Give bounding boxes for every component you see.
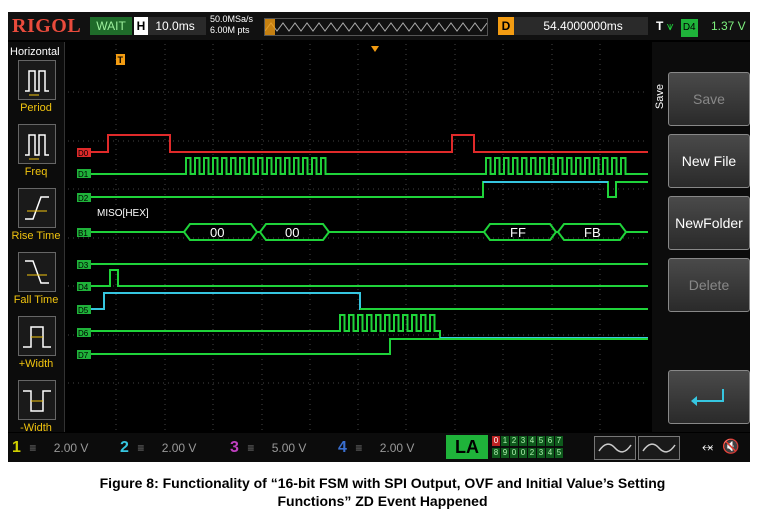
trigger-time-marker-label: T bbox=[118, 55, 124, 65]
delay-d-label: D bbox=[498, 17, 514, 35]
svg-text:D5: D5 bbox=[78, 306, 89, 315]
speaker-mute-icon[interactable]: 🔇 bbox=[722, 438, 739, 455]
rising-edge-icon: ⩛ bbox=[666, 19, 674, 33]
bus-label: MISO[HEX] bbox=[97, 208, 149, 219]
d5-trace bbox=[90, 292, 648, 310]
ch4-coupling-icon: ≡ bbox=[355, 441, 363, 455]
positive-width-icon bbox=[18, 316, 56, 356]
bus-value-1: 00 bbox=[210, 225, 224, 240]
svg-text:D7: D7 bbox=[78, 351, 89, 360]
negative-width-icon bbox=[18, 380, 56, 420]
ch1-volts: 2.00 V bbox=[53, 441, 89, 455]
period-label: Period bbox=[20, 102, 52, 114]
ch2-status[interactable]: 2 ≡ 2.00 V bbox=[120, 438, 196, 458]
bus-value-3: FF bbox=[510, 225, 526, 240]
top-status-bar: RIGOL WAIT H 10.0ms 50.0MSa/s 6.00M pts … bbox=[8, 12, 750, 40]
channel-tags: D0 D1 D2 B1 D3 D4 D5 D6 D7 bbox=[77, 148, 91, 360]
ch3-number: 3 bbox=[230, 439, 239, 456]
trigger-t-label: T bbox=[656, 19, 664, 33]
ch4-volts: 2.00 V bbox=[379, 441, 415, 455]
frequency-icon bbox=[18, 124, 56, 164]
d0-trace bbox=[90, 134, 648, 153]
svg-text:D6: D6 bbox=[78, 329, 89, 338]
memory-overview-waveform[interactable] bbox=[264, 18, 488, 36]
trigger-position-marker bbox=[371, 46, 379, 52]
svg-text:D4: D4 bbox=[78, 283, 89, 292]
trigger-level: 1.37 V bbox=[710, 19, 746, 33]
caption-line-1: Figure 8: Functionality of “16-bit FSM w… bbox=[99, 475, 666, 491]
svg-text:D3: D3 bbox=[78, 261, 89, 270]
ch4-number: 4 bbox=[338, 439, 347, 456]
waveform-grid[interactable]: T MISO[HEX] 00 00 FF FB D0 D1 D2 B1 D3 D… bbox=[68, 44, 648, 432]
rise-time-label: Rise Time bbox=[11, 230, 61, 242]
svg-text:D2: D2 bbox=[78, 194, 89, 203]
ch2-volts: 2.00 V bbox=[161, 441, 197, 455]
panel-title: Horizontal bbox=[10, 46, 60, 58]
svg-text:D1: D1 bbox=[78, 170, 89, 179]
delay-value: 54.4000000ms bbox=[543, 19, 623, 33]
delete-button[interactable]: Delete bbox=[668, 258, 750, 312]
new-file-button[interactable]: New File bbox=[668, 134, 750, 188]
timebase-readout[interactable]: H 10.0ms bbox=[134, 17, 206, 35]
ch1-status[interactable]: 1 ≡ 2.00 V bbox=[12, 438, 88, 458]
usb-icon: ⬾ bbox=[702, 438, 714, 454]
save-button[interactable]: Save bbox=[668, 72, 750, 126]
timebase-value: 10.0ms bbox=[155, 19, 195, 33]
sample-info: 50.0MSa/s 6.00M pts bbox=[210, 14, 253, 36]
sample-rate: 50.0MSa/s bbox=[210, 14, 254, 24]
ch2-number: 2 bbox=[120, 439, 129, 456]
ch3-coupling-icon: ≡ bbox=[247, 441, 255, 455]
trigger-readout[interactable]: T ⩛ D4 1.37 V bbox=[656, 17, 748, 37]
d4-trace bbox=[90, 269, 648, 287]
sine-wave-icon bbox=[598, 443, 632, 453]
generator1-button[interactable] bbox=[594, 436, 636, 460]
trigger-source: D4 bbox=[680, 19, 698, 37]
memory-depth: 6.00M pts bbox=[210, 25, 250, 35]
caption-line-2: Functions” ZD Event Happened bbox=[277, 493, 488, 509]
save-menu-title: Save bbox=[654, 84, 666, 110]
fall-time-label: Fall Time bbox=[13, 294, 59, 306]
generator2-button[interactable] bbox=[638, 436, 680, 460]
svg-text:B1: B1 bbox=[78, 229, 88, 238]
grid-lines bbox=[68, 44, 648, 432]
save-menu-panel: Save Save New File NewFolder Delete bbox=[652, 42, 750, 432]
logic-analyzer-button[interactable]: LA bbox=[446, 435, 488, 459]
fall-time-icon bbox=[18, 252, 56, 292]
return-arrow-icon bbox=[691, 389, 724, 406]
ch3-volts: 5.00 V bbox=[271, 441, 307, 455]
la-channel-indicators: 01234567 89002345 bbox=[492, 436, 563, 458]
ch4-status[interactable]: 4 ≡ 2.00 V bbox=[338, 438, 414, 458]
timebase-h-label: H bbox=[134, 17, 148, 35]
svg-text:D0: D0 bbox=[78, 149, 89, 158]
figure-caption: Figure 8: Functionality of “16-bit FSM w… bbox=[0, 474, 765, 510]
period-icon bbox=[18, 60, 56, 100]
horizontal-measure-panel: Horizontal Period Freq Rise Time Fall Ti… bbox=[8, 42, 65, 434]
sine-wave-icon-2 bbox=[642, 443, 676, 453]
return-button[interactable] bbox=[668, 370, 750, 424]
new-folder-button[interactable]: NewFolder bbox=[668, 196, 750, 250]
d7-trace bbox=[90, 338, 648, 355]
waveform-display: T MISO[HEX] 00 00 FF FB D0 D1 D2 B1 D3 D… bbox=[68, 44, 648, 432]
oscilloscope-screen: RIGOL WAIT H 10.0ms 50.0MSa/s 6.00M pts … bbox=[8, 12, 750, 462]
freq-label: Freq bbox=[24, 166, 48, 178]
ch3-status[interactable]: 3 ≡ 5.00 V bbox=[230, 438, 306, 458]
run-status[interactable]: WAIT bbox=[90, 17, 132, 35]
ch1-coupling-icon: ≡ bbox=[29, 441, 37, 455]
ch2-coupling-icon: ≡ bbox=[137, 441, 145, 455]
bus-value-4: FB bbox=[584, 225, 601, 240]
ch1-number: 1 bbox=[12, 439, 21, 456]
memory-overview-icon bbox=[264, 19, 488, 35]
d1-trace bbox=[90, 157, 648, 175]
pos-width-label: +Width bbox=[18, 358, 54, 370]
bus-value-2: 00 bbox=[285, 225, 299, 240]
brand-logo: RIGOL bbox=[12, 15, 82, 37]
delay-readout[interactable]: D 54.4000000ms bbox=[498, 17, 648, 35]
channel-status-bar: 1 ≡ 2.00 V 2 ≡ 2.00 V 3 ≡ 5.00 V 4 ≡ 2.0… bbox=[8, 433, 750, 462]
rise-time-icon bbox=[18, 188, 56, 228]
